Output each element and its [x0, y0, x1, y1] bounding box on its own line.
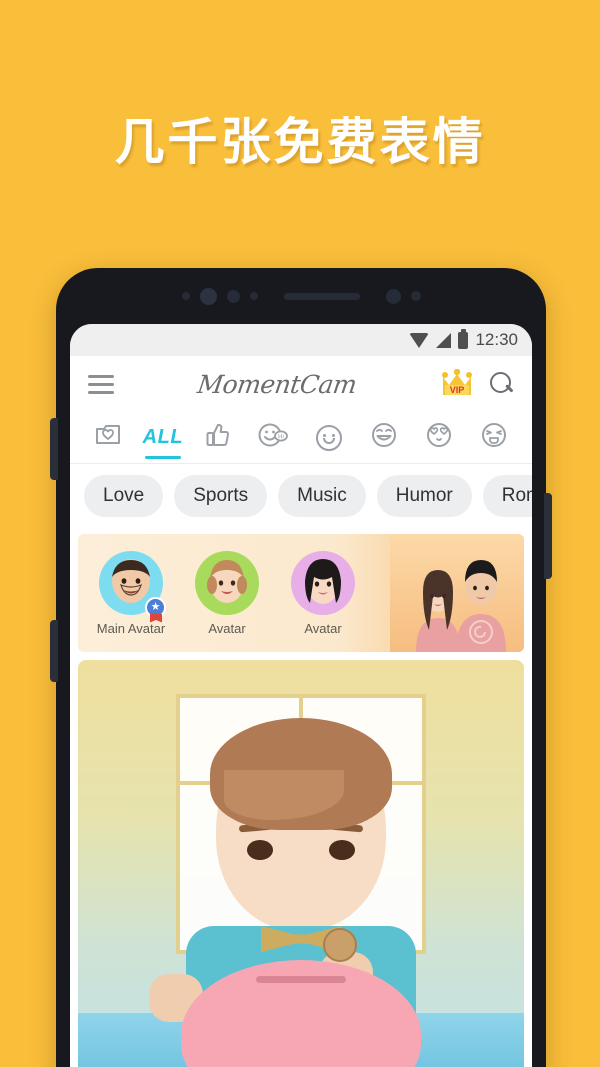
avatar-item-2[interactable]: Avatar — [184, 550, 270, 636]
avatar-strip: ★ Main Avatar Avatar Avatar — [78, 534, 524, 652]
chip-music[interactable]: Music — [278, 475, 366, 517]
emoji-laugh-icon — [371, 422, 397, 453]
tab-emoji-heart-eyes[interactable] — [412, 412, 467, 463]
search-icon[interactable] — [490, 372, 514, 396]
thumbs-up-icon — [206, 422, 230, 453]
battery-icon — [458, 328, 469, 349]
phone-top-bezel — [56, 268, 546, 324]
emoji-heart-eyes-icon — [426, 422, 452, 453]
emoji-smile-icon — [315, 424, 342, 451]
svg-text:VIP: VIP — [450, 385, 465, 395]
status-bar: 12:30 — [70, 324, 532, 356]
tab-thumbs-up[interactable] — [191, 412, 246, 463]
signal-icon — [436, 332, 452, 348]
phone-mockup: 12:30 MomentCam VIP ALL Hi Love Sports M… — [50, 268, 552, 1067]
avatar-label: Avatar — [304, 620, 342, 636]
emoji-tongue-wink-icon — [481, 422, 507, 453]
hamburger-menu-icon[interactable] — [88, 374, 114, 394]
avatar — [195, 550, 259, 615]
sensor-dot-icon — [410, 291, 421, 301]
emoji-content-card[interactable] — [78, 660, 524, 1067]
avatar-item-main[interactable]: ★ Main Avatar — [88, 550, 174, 636]
vip-crown-icon[interactable]: VIP — [440, 368, 474, 399]
couple-avatar-illustration[interactable] — [390, 534, 524, 652]
avatar — [291, 550, 355, 615]
tab-emoji-hi[interactable]: Hi — [246, 412, 301, 463]
tab-all[interactable]: ALL — [135, 412, 190, 463]
avatar-item-3[interactable]: Avatar — [280, 550, 366, 636]
folder-heart-icon — [95, 423, 121, 452]
wifi-icon — [409, 332, 430, 348]
page-title: 几千张免费表情 — [114, 113, 486, 171]
app-bar: MomentCam VIP — [70, 356, 532, 412]
proximity-sensor-icon — [226, 289, 240, 303]
star-badge-icon: ★ — [145, 596, 166, 618]
tab-emoji-laugh[interactable] — [356, 412, 411, 463]
volume-down-button[interactable] — [50, 620, 58, 682]
front-camera-icon — [199, 287, 217, 305]
avatar-label: Main Avatar — [96, 620, 166, 636]
power-button[interactable] — [544, 493, 552, 579]
chip-sports[interactable]: Sports — [174, 475, 268, 517]
avatar-label: Avatar — [208, 620, 246, 636]
sensor-dot-icon — [249, 292, 258, 300]
tab-emoji-smile[interactable] — [301, 412, 356, 463]
chip-humor[interactable]: Humor — [376, 475, 472, 517]
chip-love[interactable]: Love — [84, 475, 164, 517]
emoji-tab-bar: ALL Hi — [70, 412, 532, 464]
sensor-dot-icon — [181, 292, 190, 300]
tab-folder-favorites[interactable] — [80, 412, 135, 463]
tab-all-label: ALL — [142, 426, 184, 448]
status-bar-time: 12:30 — [475, 330, 518, 349]
tab-emoji-tongue[interactable] — [467, 412, 522, 463]
earpiece-speaker-icon — [283, 292, 360, 300]
category-chip-row: Love Sports Music Humor Rom — [70, 464, 532, 530]
phone-screen: 12:30 MomentCam VIP ALL Hi Love Sports M… — [70, 324, 532, 1067]
chip-romance[interactable]: Rom — [482, 475, 532, 517]
front-camera-icon — [385, 288, 401, 304]
volume-up-button[interactable] — [50, 418, 58, 480]
app-logo: MomentCam — [195, 369, 359, 399]
svg-text:Hi: Hi — [279, 435, 285, 441]
emoji-speech-hi-icon: Hi — [258, 422, 289, 453]
